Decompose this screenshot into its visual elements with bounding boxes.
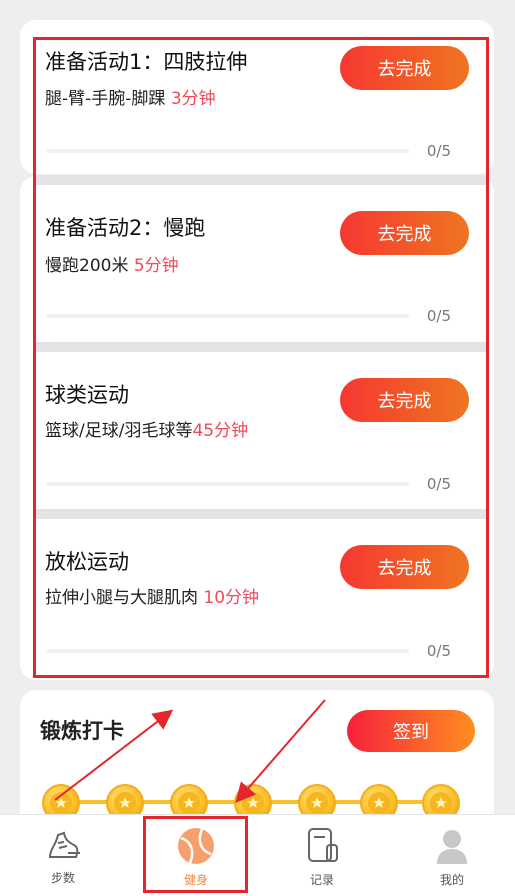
task-card: 球类运动 篮球/足球/羽毛球等45分钟 去完成 0/5 xyxy=(34,352,486,509)
tab-fitness[interactable]: 健身 xyxy=(146,815,246,896)
task-card: 准备活动2：慢跑 慢跑200米 5分钟 去完成 0/5 xyxy=(34,185,486,340)
tab-steps[interactable]: 步数 xyxy=(13,815,113,896)
task-duration: 10分钟 xyxy=(203,588,260,608)
complete-button[interactable]: 去完成 xyxy=(340,46,469,90)
profile-icon xyxy=(437,830,467,864)
tab-records[interactable]: 记录 xyxy=(272,815,372,896)
checkin-title: 锻炼打卡 xyxy=(40,719,124,743)
task-subtitle: 篮球/足球/羽毛球等45分钟 xyxy=(45,421,249,441)
tab-label: 记录 xyxy=(309,873,334,887)
task-progress-count: 0/5 xyxy=(426,642,451,660)
complete-button[interactable]: 去完成 xyxy=(340,378,469,422)
task-duration: 45分钟 xyxy=(192,421,249,441)
task-progress-count: 0/5 xyxy=(426,475,451,493)
task-progress-bar xyxy=(46,149,409,153)
task-title: 放松运动 xyxy=(45,550,129,574)
tab-label: 我的 xyxy=(439,873,464,887)
tab-label: 健身 xyxy=(183,873,208,887)
task-progress-count: 0/5 xyxy=(426,142,451,160)
tab-label: 步数 xyxy=(50,871,75,885)
task-title: 球类运动 xyxy=(45,383,129,407)
tab-profile[interactable]: 我的 xyxy=(402,815,502,896)
task-card: 准备活动1：四肢拉伸 腿-臂-手腕-脚踝 3分钟 去完成 0/5 xyxy=(34,40,486,173)
complete-button[interactable]: 去完成 xyxy=(340,545,469,589)
task-duration: 3分钟 xyxy=(170,89,216,109)
task-subtitle: 腿-臂-手腕-脚踝 3分钟 xyxy=(45,89,216,109)
task-title: 准备活动1：四肢拉伸 xyxy=(45,50,248,74)
task-progress-count: 0/5 xyxy=(426,307,451,325)
task-progress-bar xyxy=(46,482,409,486)
task-title: 准备活动2：慢跑 xyxy=(45,216,206,240)
record-icon xyxy=(308,828,338,862)
task-duration: 5分钟 xyxy=(133,256,179,276)
shoe-icon xyxy=(48,831,80,858)
checkin-card: 锻炼打卡 签到 xyxy=(20,690,494,830)
task-card: 放松运动 拉伸小腿与大腿肌肉 10分钟 去完成 0/5 xyxy=(34,519,486,676)
task-progress-bar xyxy=(46,314,409,318)
checkin-button[interactable]: 签到 xyxy=(347,710,475,752)
task-progress-bar xyxy=(46,649,409,653)
complete-button[interactable]: 去完成 xyxy=(340,211,469,255)
task-subtitle: 慢跑200米 5分钟 xyxy=(45,256,179,276)
ball-icon xyxy=(178,828,214,864)
task-subtitle: 拉伸小腿与大腿肌肉 10分钟 xyxy=(45,588,260,608)
bottom-tab-bar: 步数 健身 记录 我的 xyxy=(0,814,515,896)
